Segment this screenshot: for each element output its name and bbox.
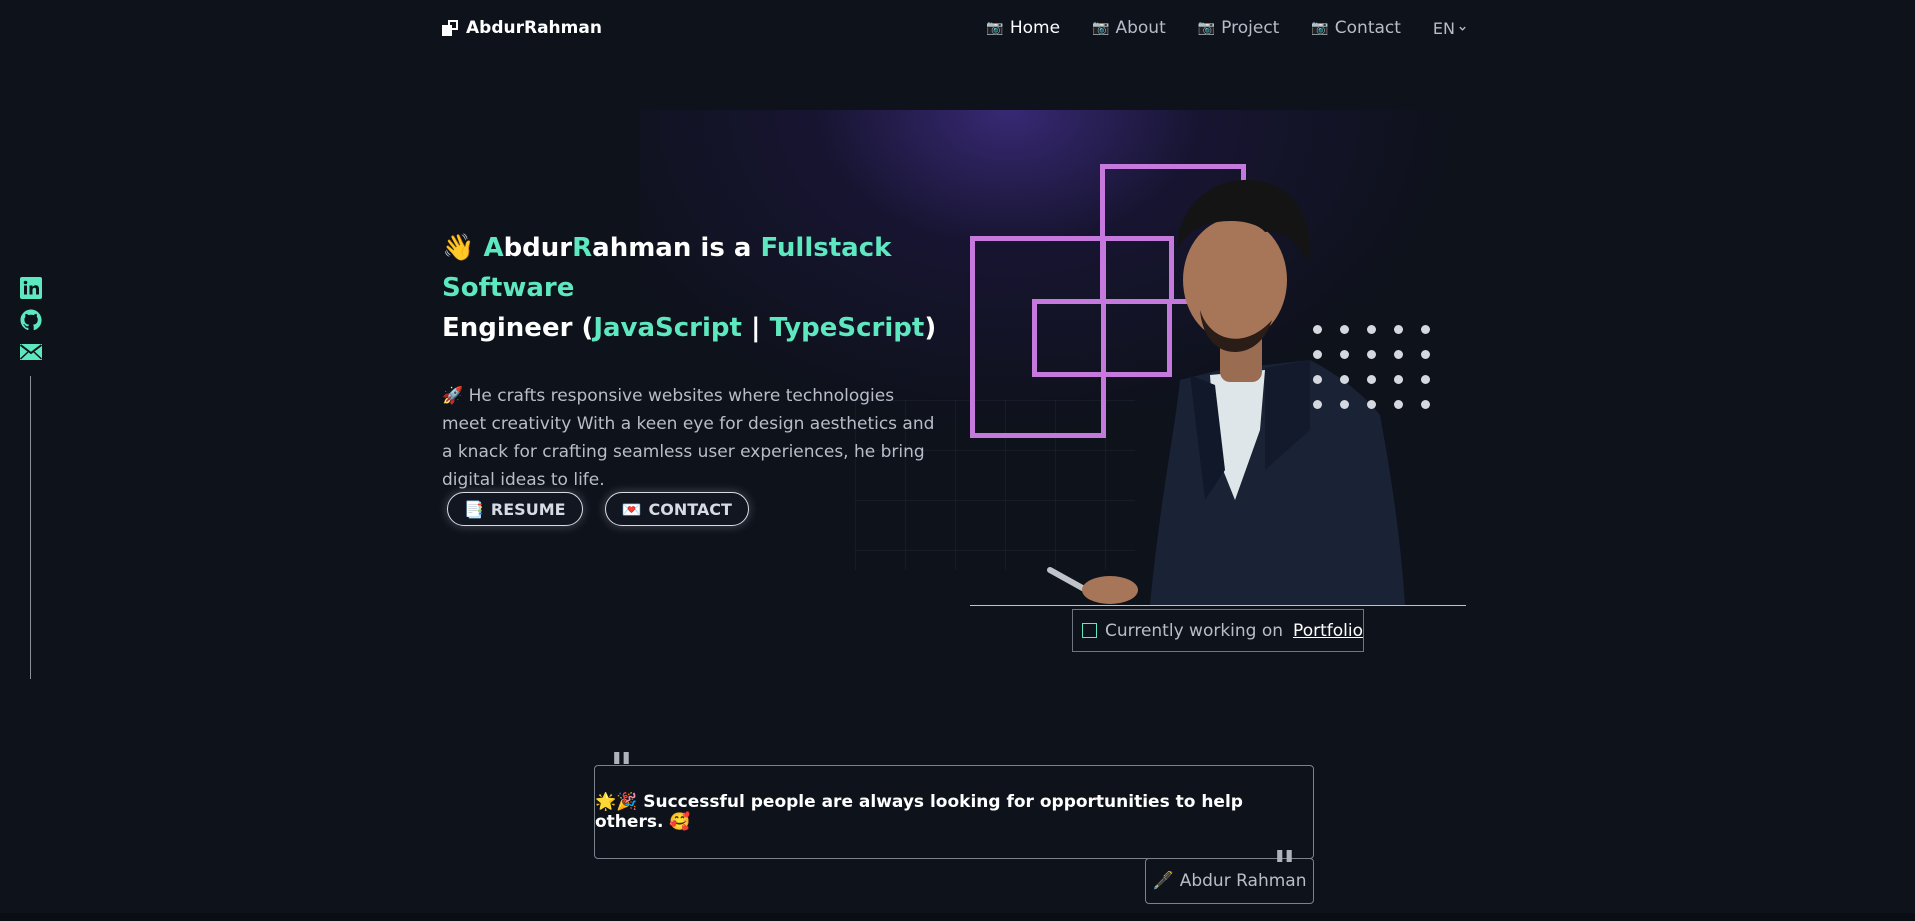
bottom-strip xyxy=(0,913,1915,921)
wave-icon: 👋 xyxy=(442,233,475,263)
language-label: EN xyxy=(1432,18,1455,38)
headline-engineer: Engineer ( xyxy=(442,313,594,343)
headline-close: ) xyxy=(924,313,937,343)
brand-name: AbdurRahman xyxy=(466,18,602,38)
name-initial-a: A xyxy=(483,233,504,263)
headline-tech-js: JavaScript xyxy=(593,313,742,343)
current-work-status: Currently working on Portfolio xyxy=(1072,609,1364,652)
nav-project[interactable]: 📷 Project xyxy=(1198,18,1280,38)
camera-icon: 📷 xyxy=(1092,20,1110,36)
nav-links: 📷 Home 📷 About 📷 Project 📷 Contact EN xyxy=(986,18,1467,38)
status-text: Currently working on xyxy=(1105,620,1284,641)
headline-is-a: is a xyxy=(691,233,761,263)
hero-buttons: 📑 RESUME 💌 CONTACT xyxy=(447,492,749,526)
quote-close-mark: " xyxy=(1273,842,1296,893)
camera-icon: 📷 xyxy=(1311,20,1329,36)
contact-label: CONTACT xyxy=(648,499,732,519)
resume-label: RESUME xyxy=(490,499,566,519)
name-part-ahman: ahman xyxy=(592,233,692,263)
hero-text: 👋 AbdurRahman is a Fullstack Software En… xyxy=(442,228,942,494)
linkedin-icon[interactable] xyxy=(19,276,43,300)
hero-headline: 👋 AbdurRahman is a Fullstack Software En… xyxy=(442,228,942,348)
contact-button[interactable]: 💌 CONTACT xyxy=(604,492,749,526)
quote-box: 🌟🎉 Successful people are always looking … xyxy=(594,765,1314,859)
headline-sep: | xyxy=(741,313,770,343)
social-divider xyxy=(30,376,31,679)
love-letter-icon: 💌 xyxy=(621,499,642,519)
social-sidebar xyxy=(18,276,44,364)
nav-about-label: About xyxy=(1115,18,1166,38)
name-part-bdur: bdur xyxy=(503,233,573,263)
hero-baseline xyxy=(970,605,1466,606)
navbar: AbdurRahman 📷 Home 📷 About 📷 Project 📷 C… xyxy=(442,0,1467,56)
nav-contact[interactable]: 📷 Contact xyxy=(1311,18,1401,38)
nav-about[interactable]: 📷 About xyxy=(1092,18,1166,38)
bookmark-tabs-icon: 📑 xyxy=(464,499,484,519)
camera-icon: 📷 xyxy=(1197,20,1216,36)
resume-button[interactable]: 📑 RESUME xyxy=(447,492,583,526)
nav-home[interactable]: 📷 Home xyxy=(986,18,1060,38)
mail-icon[interactable] xyxy=(19,340,43,364)
nav-home-label: Home xyxy=(1009,18,1061,38)
hero-description: 🚀 He crafts responsive websites where te… xyxy=(442,386,935,490)
pen-icon: 🖋️ xyxy=(1152,871,1174,891)
name-initial-r: R xyxy=(572,233,593,263)
chevron-down-icon xyxy=(1459,26,1466,31)
nav-project-label: Project xyxy=(1221,18,1280,38)
portfolio-link[interactable]: Portfolio xyxy=(1293,621,1363,641)
brand[interactable]: AbdurRahman xyxy=(442,18,602,38)
quote-open-mark: " xyxy=(610,744,633,795)
headline-tech-ts: TypeScript xyxy=(769,313,925,343)
dot-grid xyxy=(1313,325,1430,409)
language-select[interactable]: EN xyxy=(1433,19,1467,38)
nav-contact-label: Contact xyxy=(1334,18,1401,38)
brand-logo-icon xyxy=(442,20,458,36)
github-icon[interactable] xyxy=(19,308,43,332)
camera-icon: 📷 xyxy=(986,20,1004,36)
status-square-icon xyxy=(1082,623,1097,638)
quote-text: 🌟🎉 Successful people are always looking … xyxy=(595,792,1243,832)
